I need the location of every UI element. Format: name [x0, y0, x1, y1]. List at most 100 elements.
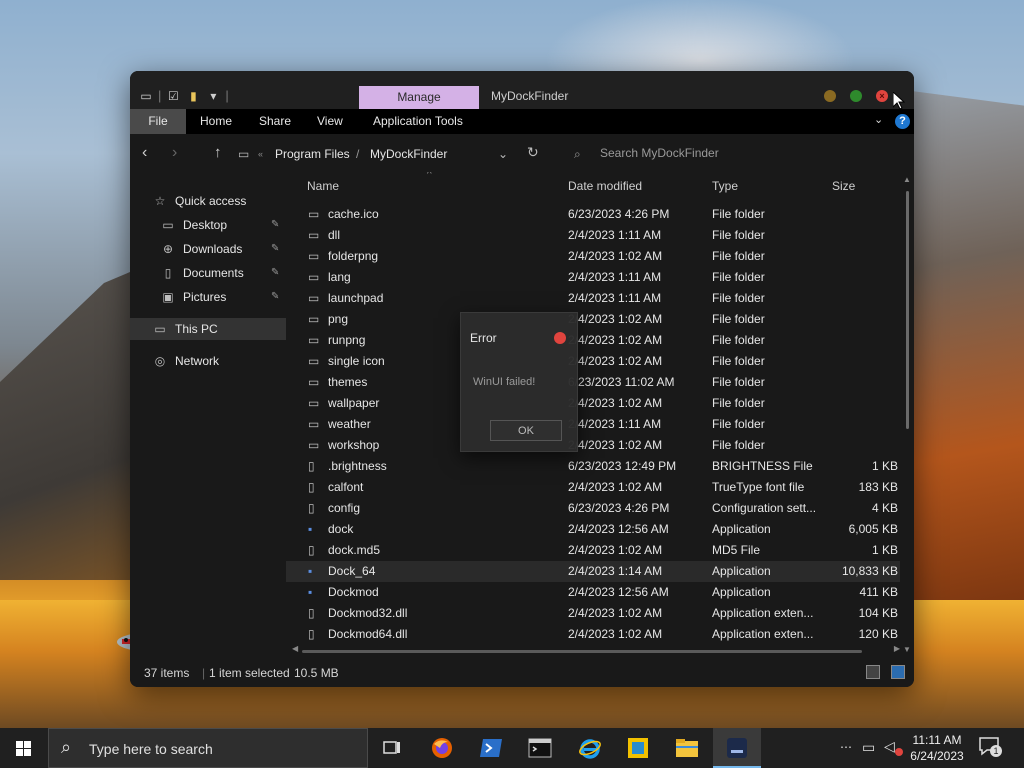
taskbar-powershell[interactable] — [467, 728, 515, 768]
properties-icon[interactable]: ☑ — [165, 89, 181, 103]
mydockfinder-icon — [727, 738, 747, 758]
tab-application-tools[interactable]: Application Tools — [373, 109, 463, 134]
taskbar-file-explorer[interactable] — [663, 728, 711, 768]
document-icon: ▯ — [164, 266, 172, 280]
table-row[interactable]: ▭ single icon 2/4/2023 1:02 AM File folder — [286, 351, 900, 372]
table-row[interactable]: ▪ Dock_64 2/4/2023 1:14 AM Application 10,83… — [286, 561, 900, 582]
file-icon: ▯ — [308, 606, 315, 620]
task-view-button[interactable] — [368, 728, 416, 768]
sidebar-item-this-pc[interactable]: ▭ This PC — [130, 318, 286, 340]
search-input[interactable]: Search MyDockFinder — [600, 146, 719, 160]
file-type: Configuration sett... — [712, 501, 817, 515]
table-row[interactable]: ▭ lang 2/4/2023 1:11 AM File folder — [286, 267, 900, 288]
table-row[interactable]: ▭ cache.ico 6/23/2023 4:26 PM File folder — [286, 204, 900, 225]
table-row[interactable]: ▭ launchpad 2/4/2023 1:11 AM File folder — [286, 288, 900, 309]
folder-icon: ▭ — [308, 417, 320, 431]
clock[interactable]: 11:11 AM 6/24/2023 — [902, 732, 972, 764]
table-row[interactable]: ▯ config 6/23/2023 4:26 PM Configuration se… — [286, 498, 900, 519]
tab-home[interactable]: Home — [200, 109, 232, 134]
column-header-type[interactable]: Type — [712, 179, 738, 193]
taskbar-mydockfinder[interactable] — [713, 728, 761, 768]
breadcrumb-mydockfinder[interactable]: MyDockFinder — [370, 147, 447, 161]
search-icon: ⌕ — [61, 737, 72, 757]
sidebar-item-documents[interactable]: ▯ Documents ✎ — [130, 262, 286, 284]
folder-icon: ▭ — [238, 147, 250, 161]
column-header-date[interactable]: Date modified — [568, 179, 642, 193]
table-row[interactable]: ▯ dock.md5 2/4/2023 1:02 AM MD5 File 1 KB — [286, 540, 900, 561]
breadcrumb-program-files[interactable]: Program Files — [275, 147, 350, 161]
pin-icon[interactable]: ✎ — [271, 214, 279, 236]
details-view-button[interactable] — [866, 665, 880, 679]
ok-button[interactable]: OK — [490, 420, 562, 441]
folder-icon[interactable]: ▭ — [138, 89, 154, 103]
customize-toolbar-icon[interactable]: ▾ — [205, 89, 221, 103]
maximize-button[interactable] — [850, 90, 862, 102]
pin-icon[interactable]: ✎ — [271, 286, 279, 308]
taskbar-terminal[interactable] — [516, 728, 564, 768]
manage-tab[interactable]: Manage — [359, 86, 479, 109]
table-row[interactable]: ▭ folderpng 2/4/2023 1:02 AM File folder — [286, 246, 900, 267]
tab-view[interactable]: View — [317, 109, 343, 134]
table-row[interactable]: ▯ .brightness 6/23/2023 12:49 PM BRIGHTNESS… — [286, 456, 900, 477]
sidebar-item-network[interactable]: ◎ Network — [130, 350, 286, 372]
action-center-button[interactable]: 1 — [978, 736, 1008, 760]
refresh-icon[interactable]: ↻ — [527, 144, 539, 161]
column-header-name[interactable]: Name — [307, 179, 339, 193]
table-row[interactable]: ▭ workshop 2/4/2023 1:02 AM File folder — [286, 435, 900, 456]
file-type: File folder — [712, 396, 765, 410]
table-row[interactable]: ▪ Dockmod 2/4/2023 12:56 AM Application 411 … — [286, 582, 900, 603]
tab-share[interactable]: Share — [259, 109, 291, 134]
file-date: 6/23/2023 4:26 PM — [568, 501, 670, 515]
internet-explorer-icon — [579, 739, 601, 759]
taskbar-search-box[interactable]: ⌕ Type here to search — [48, 728, 368, 768]
table-row[interactable]: ▪ dock 2/4/2023 12:56 AM Application 6,005 K… — [286, 519, 900, 540]
dialog-close-button[interactable] — [554, 332, 566, 344]
pin-icon[interactable]: ✎ — [271, 238, 279, 260]
table-row[interactable]: ▯ Dockmod64.dll 2/4/2023 1:02 AM Applicatio… — [286, 624, 900, 645]
horizontal-scrollbar[interactable]: ◀ ▶ — [292, 644, 900, 658]
file-name: dock.md5 — [328, 543, 381, 557]
up-icon[interactable]: ↑ — [214, 144, 222, 161]
new-folder-icon[interactable]: ▮ — [185, 89, 201, 103]
sidebar-item-quick-access[interactable]: ☆ Quick access — [130, 190, 286, 212]
table-row[interactable]: ▭ themes 6/23/2023 11:02 AM File folder — [286, 372, 900, 393]
application-icon: ▪ — [308, 564, 313, 578]
file-type: Application exten... — [712, 606, 814, 620]
vertical-scrollbar[interactable]: ▲ ▼ — [902, 175, 912, 654]
table-row[interactable]: ▭ runpng 2/4/2023 1:02 AM File folder — [286, 330, 900, 351]
back-icon[interactable]: ‹ — [142, 144, 147, 162]
tab-file[interactable]: File — [130, 109, 186, 134]
file-type: MD5 File — [712, 543, 761, 557]
taskbar-firefox[interactable] — [418, 728, 466, 768]
table-row[interactable]: ▭ png 2/4/2023 1:02 AM File folder — [286, 309, 900, 330]
minimize-button[interactable] — [824, 90, 836, 102]
volume-muted-icon[interactable]: ◁ — [884, 738, 895, 768]
close-button[interactable]: × — [876, 90, 888, 102]
file-name: Dockmod — [328, 585, 379, 599]
table-row[interactable]: ▭ wallpaper 2/4/2023 1:02 AM File folder — [286, 393, 900, 414]
network-tray-icon[interactable]: ▭ — [862, 739, 875, 768]
file-type: Application — [712, 522, 771, 536]
expand-ribbon-icon[interactable]: ⌄ — [874, 113, 883, 126]
sidebar-item-desktop[interactable]: ▭ Desktop ✎ — [130, 214, 286, 236]
title-bar: ▭ | ☑ ▮ ▾ | Manage MyDockFinder × — [130, 71, 914, 109]
file-type: File folder — [712, 228, 765, 242]
column-header-size[interactable]: Size — [832, 179, 855, 193]
table-row[interactable]: ▭ weather 2/4/2023 1:11 AM File folder — [286, 414, 900, 435]
help-icon[interactable]: ? — [895, 114, 910, 129]
pin-icon[interactable]: ✎ — [271, 262, 279, 284]
sidebar-item-downloads[interactable]: ⊕ Downloads ✎ — [130, 238, 286, 260]
table-row[interactable]: ▯ Dockmod32.dll 2/4/2023 1:02 AM Applicatio… — [286, 603, 900, 624]
dialog-message: WinUI failed! — [473, 376, 536, 388]
show-hidden-icons[interactable]: ⋯ — [840, 740, 852, 768]
table-row[interactable]: ▭ dll 2/4/2023 1:11 AM File folder — [286, 225, 900, 246]
large-icons-view-button[interactable] — [891, 665, 905, 679]
table-row[interactable]: ▯ calfont 2/4/2023 1:02 AM TrueType font fi… — [286, 477, 900, 498]
breadcrumb-overflow-icon[interactable]: « — [258, 149, 263, 159]
taskbar-internet-explorer[interactable] — [566, 728, 614, 768]
forward-icon[interactable]: › — [172, 144, 177, 162]
taskbar-app-green[interactable] — [614, 728, 662, 768]
sidebar-item-pictures[interactable]: ▣ Pictures ✎ — [130, 286, 286, 308]
start-button[interactable] — [0, 728, 48, 768]
address-dropdown-icon[interactable]: ⌄ — [498, 147, 508, 161]
